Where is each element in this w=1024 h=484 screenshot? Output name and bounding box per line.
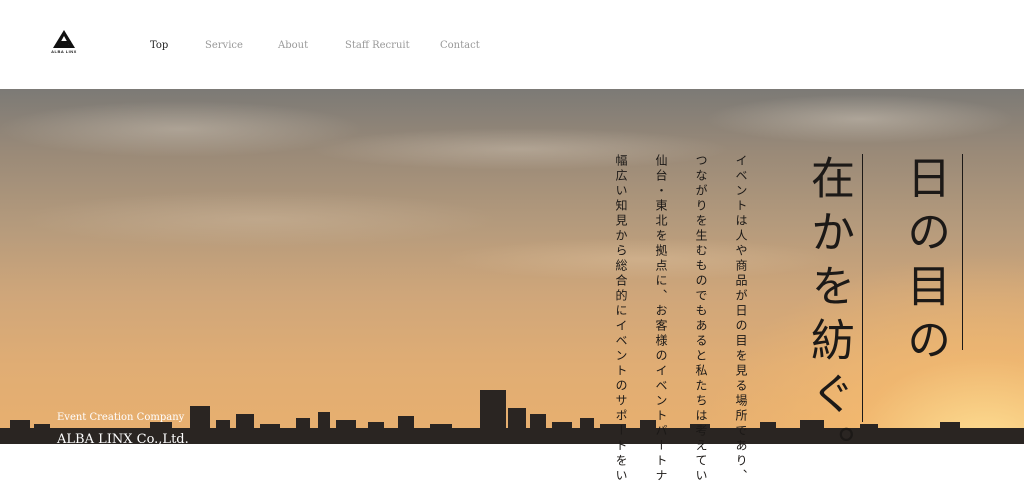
nav-about[interactable]: About [278,40,308,51]
hero-image [0,89,1024,444]
hero-body-line-3: 仙台・東北を拠点に、お客様のイベントパートナ [654,154,668,484]
nav-top[interactable]: Top [150,40,168,51]
headline-rule-right [962,154,963,350]
hero-tagline: Event Creation Company [57,412,185,423]
nav-staff-recruit[interactable]: Staff Recruit [345,40,410,51]
hero-body-line-1: イベントは人や商品が日の目を見る場所であり、 [734,154,748,484]
nav-service[interactable]: Service [205,40,243,51]
company-name: ALBA LINX Co.,Ltd. [57,432,189,447]
hero-headline-line-2: 在かを紡ぐ。 [803,155,854,479]
site-header: ALBA LINX Top Service About Staff Recrui… [0,0,1024,89]
headline-rule-left [862,154,863,422]
nav-contact[interactable]: Contact [440,40,480,51]
hero-headline-line-1: 日の目の [899,155,950,371]
alba-linx-logo[interactable]: ALBA LINX [48,30,80,60]
hero-body-line-2: つながりを生むものでもあると私たちは考えてい [694,154,708,484]
logo-text: ALBA LINX [51,49,77,54]
logo-mark-icon [53,30,75,48]
hero-body-line-4: 幅広い知見から総合的にイベントのサポートをい [614,154,628,484]
